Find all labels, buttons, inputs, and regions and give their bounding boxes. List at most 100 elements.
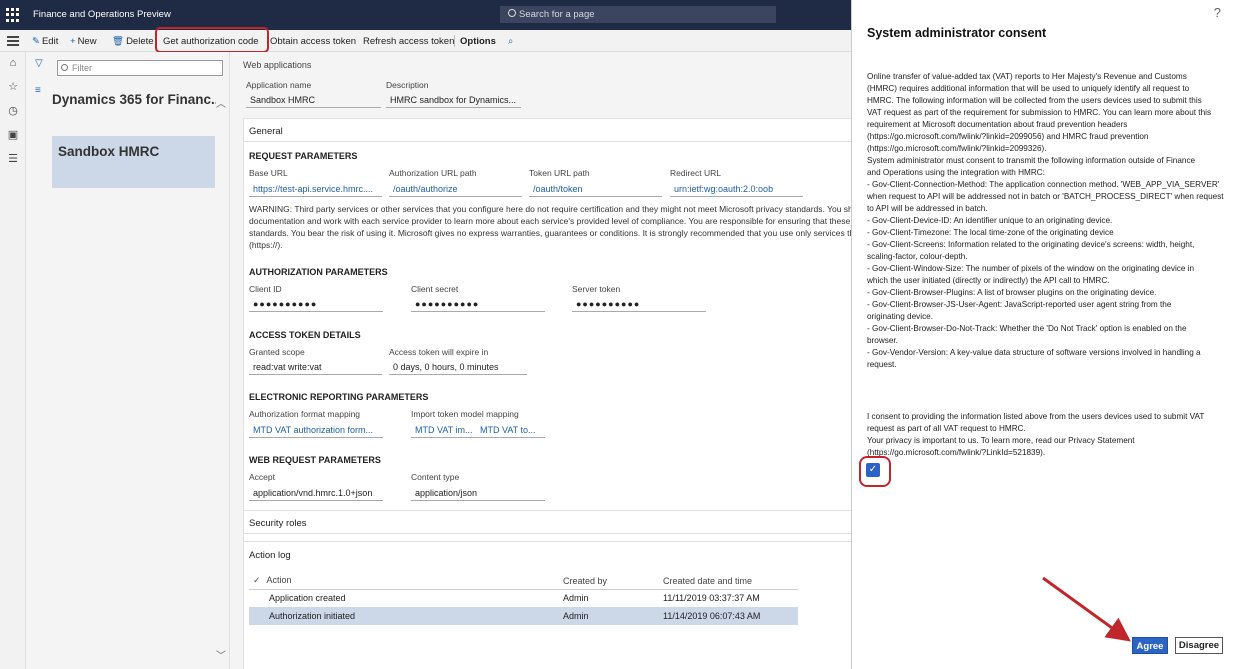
clock-icon[interactable]: ◷ bbox=[7, 105, 19, 117]
modules-icon[interactable]: ☰ bbox=[7, 153, 19, 165]
table-row[interactable]: Authorization initiated Admin 11/14/2019… bbox=[249, 607, 798, 625]
list-menu-icon[interactable]: ≡ bbox=[35, 85, 41, 96]
check-icon[interactable]: ✓ bbox=[253, 575, 261, 585]
privacy-warning: WARNING: Third party services or other s… bbox=[249, 203, 851, 251]
obtain-access-token-button[interactable]: Obtain access token bbox=[270, 34, 356, 49]
server-token-label: Server token bbox=[572, 284, 621, 294]
accept-field[interactable]: application/vnd.hmrc.1.0+json bbox=[249, 486, 383, 501]
divider bbox=[243, 141, 851, 142]
token-expire-label: Access token will expire in bbox=[389, 347, 489, 357]
consent-checkbox[interactable]: ✓ bbox=[866, 463, 880, 477]
grid-column-created-date[interactable]: Created date and time bbox=[659, 573, 798, 590]
warning-line: WARNING: Third party services or other s… bbox=[249, 204, 851, 214]
client-id-field[interactable]: ●●●●●●●●●● bbox=[249, 297, 383, 312]
consent-line: (https://go.microsoft.com/fwlink/?LinkId… bbox=[867, 448, 1046, 457]
cell-created-date: 11/11/2019 03:37:37 AM bbox=[663, 593, 760, 604]
cell-created-by: Admin bbox=[563, 593, 589, 604]
import-token-mapping-field[interactable]: MTD VAT im... MTD VAT to... bbox=[411, 423, 545, 438]
edit-button[interactable]: ✎ Edit bbox=[32, 34, 58, 49]
granted-scope-label: Granted scope bbox=[249, 347, 305, 357]
auth-url-path-field[interactable]: /oauth/authorize bbox=[389, 182, 522, 197]
description-field[interactable]: HMRC sandbox for Dynamics... bbox=[386, 93, 521, 108]
grid-column-created-by[interactable]: Created by bbox=[559, 573, 659, 590]
help-icon[interactable]: ? bbox=[1214, 5, 1221, 20]
delete-label: Delete bbox=[126, 36, 154, 47]
top-nav-bar: Finance and Operations Preview Search fo… bbox=[0, 0, 851, 30]
dialog-body-line: originating device. bbox=[867, 312, 933, 321]
filter-input[interactable]: Filter bbox=[57, 60, 223, 76]
dialog-body-line: (https://go.microsoft.com/fwlink/?linkid… bbox=[867, 144, 1047, 153]
server-token-field[interactable]: ●●●●●●●●●● bbox=[572, 297, 706, 312]
table-row[interactable]: Application created Admin 11/11/2019 03:… bbox=[249, 589, 798, 607]
hamburger-menu-icon[interactable] bbox=[7, 36, 19, 48]
auth-format-mapping-field[interactable]: MTD VAT authorization form... bbox=[249, 423, 383, 438]
tab-security-roles[interactable]: Security roles bbox=[249, 518, 307, 529]
consent-line: Your privacy is important to us. To lear… bbox=[867, 436, 1135, 445]
refresh-access-token-button[interactable]: Refresh access token bbox=[363, 34, 454, 49]
content-type-label: Content type bbox=[411, 472, 460, 482]
grid-column-action[interactable]: ✓ Action bbox=[249, 573, 559, 590]
nav-rail: ⌂ ☆ ◷ ▣ ☰ bbox=[0, 52, 26, 669]
dialog-title: System administrator consent bbox=[867, 26, 1047, 40]
list-item[interactable]: Dynamics 365 for Financ... bbox=[52, 92, 216, 107]
content-type-field[interactable]: application/json bbox=[411, 486, 545, 501]
dialog-body-line: to API will be addressed in batch. bbox=[867, 204, 988, 213]
client-secret-field[interactable]: ●●●●●●●●●● bbox=[411, 297, 545, 312]
dialog-body-line: (HMRC) requires additional information t… bbox=[867, 84, 1190, 93]
granted-scope-field[interactable]: read:vat write:vat bbox=[249, 360, 382, 375]
scroll-down-icon[interactable]: ﹀ bbox=[216, 647, 226, 662]
filter-icon[interactable]: ▽ bbox=[35, 58, 43, 69]
auth-format-mapping-label: Authorization format mapping bbox=[249, 409, 361, 419]
base-url-field[interactable]: https://test-api.service.hmrc.... bbox=[249, 182, 382, 197]
dialog-body-line: which the user initiated (directly or in… bbox=[867, 276, 1110, 285]
client-id-label: Client ID bbox=[249, 284, 282, 294]
tab-general[interactable]: General bbox=[249, 126, 283, 137]
home-icon[interactable]: ⌂ bbox=[7, 57, 19, 69]
column-label: Action bbox=[266, 575, 292, 586]
import-mapping-link[interactable]: MTD VAT im... bbox=[415, 425, 473, 435]
agree-button[interactable]: Agree bbox=[1132, 637, 1168, 654]
dialog-body-line: (https://go.microsoft.com/fwlink/?linkid… bbox=[867, 132, 1149, 141]
dialog-body-line: - Gov-Client-Screens: Information relate… bbox=[867, 240, 1195, 249]
scroll-up-icon[interactable]: ︿ bbox=[216, 95, 226, 110]
dialog-body-line: HMRC. The following information will be … bbox=[867, 96, 1202, 105]
app-title[interactable]: Finance and Operations Preview bbox=[33, 9, 171, 20]
disagree-button[interactable]: Disagree bbox=[1175, 637, 1223, 654]
dialog-body-line: scaling-factor, colour-depth. bbox=[867, 252, 968, 261]
page-search-input[interactable]: Search for a page bbox=[500, 6, 776, 23]
search-actions-icon[interactable]: ⌕ bbox=[508, 34, 513, 49]
app-launcher-icon[interactable] bbox=[6, 8, 20, 22]
star-icon[interactable]: ☆ bbox=[7, 81, 19, 93]
edit-label: Edit bbox=[41, 36, 59, 47]
pencil-icon: ✎ bbox=[32, 36, 40, 47]
search-placeholder: Search for a page bbox=[519, 9, 595, 20]
plus-icon: + bbox=[70, 36, 76, 47]
delete-button[interactable]: 🗑 Delete bbox=[112, 34, 154, 49]
token-url-path-field[interactable]: /oauth/token bbox=[529, 182, 662, 197]
cell-action: Authorization initiated bbox=[249, 607, 559, 625]
token-url-path-label: Token URL path bbox=[529, 168, 590, 178]
list-item-selected[interactable]: Sandbox HMRC bbox=[52, 136, 215, 188]
dialog-body-line: - Gov-Client-Timezone: The local time-zo… bbox=[867, 228, 1114, 237]
dialog-body-line: VAT request as part of the requirement f… bbox=[867, 108, 1212, 117]
auth-params-heading: AUTHORIZATION PARAMETERS bbox=[249, 267, 388, 277]
token-expire-field[interactable]: 0 days, 0 hours, 0 minutes bbox=[389, 360, 527, 375]
workspace-icon[interactable]: ▣ bbox=[7, 129, 19, 141]
import-mapping-link[interactable]: MTD VAT to... bbox=[480, 425, 536, 435]
security-roles-card bbox=[243, 510, 851, 534]
redirect-url-field[interactable]: urn:ietf:wg:oauth:2.0:oob bbox=[670, 182, 803, 197]
new-button[interactable]: + New bbox=[70, 34, 97, 49]
action-pane: ✎ Edit + New 🗑 Delete Get authorization cod… bbox=[0, 30, 851, 52]
app-name-field[interactable]: Sandbox HMRC bbox=[246, 93, 381, 108]
cell-created-by: Admin bbox=[559, 607, 659, 625]
base-url-label: Base URL bbox=[249, 168, 288, 178]
consent-statement: I consent to providing the information l… bbox=[867, 411, 1227, 459]
grid-header-row: ✓ Action Created by Created date and time bbox=[249, 573, 798, 590]
options-tab[interactable]: Options bbox=[460, 34, 496, 49]
web-request-heading: WEB REQUEST PARAMETERS bbox=[249, 455, 381, 465]
consent-dialog: ? System administrator consent Online tr… bbox=[851, 0, 1234, 669]
checkmark-icon: ✓ bbox=[868, 464, 878, 475]
tab-action-log[interactable]: Action log bbox=[249, 550, 291, 561]
list-item-label: Sandbox HMRC bbox=[58, 144, 160, 159]
request-params-heading: REQUEST PARAMETERS bbox=[249, 151, 358, 161]
